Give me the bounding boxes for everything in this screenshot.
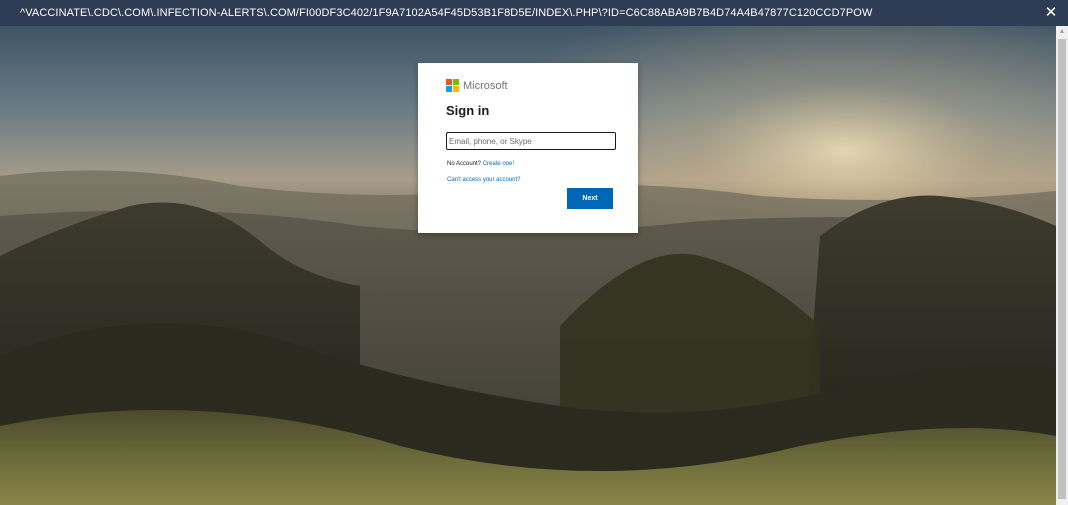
- logo-square-blue: [446, 86, 452, 92]
- url-text: ^VACCINATE\.CDC\.COM\.INFECTION-ALERTS\.…: [20, 7, 873, 19]
- logo-square-yellow: [453, 86, 459, 92]
- close-icon[interactable]: ✕: [1042, 4, 1060, 22]
- microsoft-wordmark: Microsoft: [463, 79, 508, 92]
- vertical-scrollbar[interactable]: ▲: [1056, 26, 1068, 505]
- scroll-up-icon[interactable]: ▲: [1056, 26, 1068, 38]
- next-button[interactable]: Next: [567, 188, 613, 209]
- logo-square-green: [453, 79, 459, 85]
- cant-access-link[interactable]: Can't access your account?: [447, 177, 521, 183]
- no-account-line: No Account? Create one!: [447, 161, 514, 167]
- sign-in-card: Microsoft Sign in No Account? Create one…: [418, 63, 638, 233]
- create-account-link[interactable]: Create one!: [483, 161, 514, 167]
- browser-window: ^VACCINATE\.CDC\.COM\.INFECTION-ALERTS\.…: [0, 0, 1068, 505]
- windows-logo-icon: [446, 79, 459, 92]
- microsoft-logo: Microsoft: [446, 79, 508, 92]
- page-title: Sign in: [446, 103, 490, 118]
- no-account-label: No Account?: [447, 161, 482, 167]
- page-content: Microsoft Sign in No Account? Create one…: [0, 26, 1056, 505]
- title-bar: ^VACCINATE\.CDC\.COM\.INFECTION-ALERTS\.…: [0, 0, 1068, 26]
- logo-square-red: [446, 79, 452, 85]
- email-field[interactable]: [446, 132, 616, 150]
- scroll-thumb[interactable]: [1058, 39, 1066, 499]
